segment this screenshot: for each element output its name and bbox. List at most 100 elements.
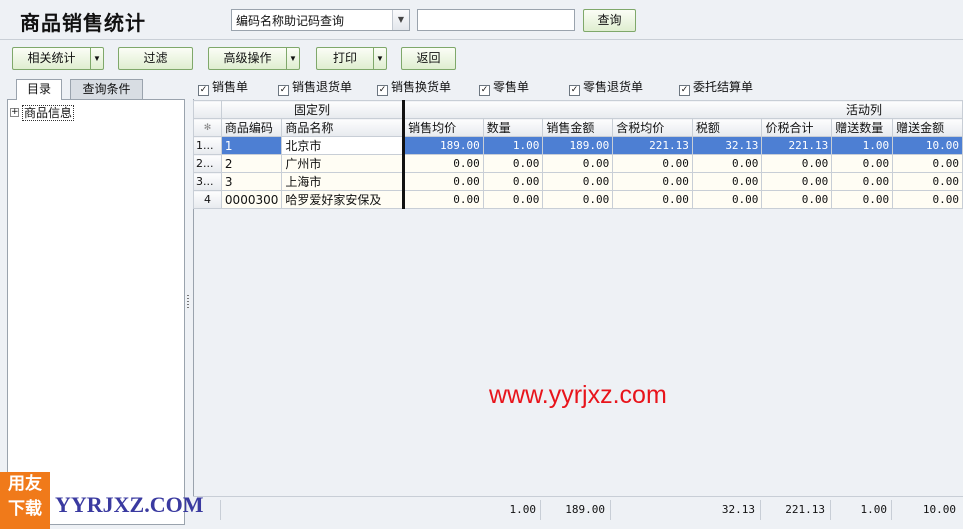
cell-gift-amt[interactable]: 0.00 [892, 154, 963, 173]
table-row[interactable]: 3... 3 上海市 0.00 0.00 0.00 0.00 0.00 0.00… [193, 172, 963, 191]
sales-stats-table: 固定列 活动列 ✻ 商品编码 商品名称 销售均价 数量 销售金额 含税均价 税额… [193, 100, 963, 209]
cell-gift-qty[interactable]: 1.00 [831, 136, 894, 155]
tab-catalog[interactable]: 目录 [16, 79, 62, 100]
col-header-gift-qty[interactable]: 赠送数量 [831, 118, 894, 137]
cell-tax[interactable]: 0.00 [691, 172, 763, 191]
dropdown-arrow-icon[interactable]: ▼ [286, 48, 299, 69]
col-header-name[interactable]: 商品名称 [281, 118, 406, 137]
cell-name[interactable]: 上海市 [281, 172, 406, 191]
cell-tax-avg[interactable]: 221.13 [612, 136, 693, 155]
cell-qty[interactable]: 0.00 [482, 172, 544, 191]
cell-amount[interactable]: 0.00 [542, 190, 614, 209]
total-gift-qty: 1.00 [860, 503, 888, 516]
tab-query-conditions[interactable]: 查询条件 [70, 79, 143, 99]
cell-avg-price[interactable]: 189.00 [403, 136, 484, 155]
total-tax: 32.13 [721, 503, 755, 516]
checkbox-checked-icon[interactable]: ✓ [479, 85, 490, 96]
col-header-qty[interactable]: 数量 [482, 118, 544, 137]
row-number[interactable]: 1... [193, 136, 222, 155]
cell-tax[interactable]: 0.00 [691, 190, 763, 209]
cell-avg-price[interactable]: 0.00 [403, 190, 484, 209]
col-header-avg-price[interactable]: 销售均价 [403, 118, 484, 137]
cell-gift-qty[interactable]: 0.00 [831, 154, 894, 173]
cell-gift-qty[interactable]: 0.00 [831, 172, 894, 191]
cell-code[interactable]: 3 [220, 172, 283, 191]
table-row[interactable]: 4 0000300 哈罗爱好家安保及 0.00 0.00 0.00 0.00 0… [193, 190, 963, 209]
cell-code[interactable]: 1 [220, 136, 283, 155]
cell-tax-avg[interactable]: 0.00 [612, 154, 693, 173]
cell-total[interactable]: 0.00 [761, 190, 833, 209]
cell-tax[interactable]: 32.13 [691, 136, 763, 155]
cell-name[interactable]: 北京市 [281, 136, 406, 155]
print-button[interactable]: 打印 ▼ [316, 47, 387, 70]
cell-amount[interactable]: 0.00 [542, 154, 614, 173]
filter-sales-return[interactable]: ✓ 销售退货单 [278, 79, 352, 96]
cell-name[interactable]: 哈罗爱好家安保及 [281, 190, 406, 209]
cell-total[interactable]: 0.00 [761, 172, 833, 191]
cell-name[interactable]: 广州市 [281, 154, 406, 173]
tree-node-product-info[interactable]: + 商品信息 [10, 104, 75, 121]
filter-sales-exchange[interactable]: ✓ 销售换货单 [377, 79, 451, 96]
filter-label: 零售单 [493, 80, 530, 94]
filter-button[interactable]: 过滤 [118, 47, 193, 70]
expand-plus-icon[interactable]: + [10, 108, 19, 117]
col-header-amount[interactable]: 销售金额 [542, 118, 614, 137]
site-logo: 用友 下载 [0, 472, 50, 529]
cell-total[interactable]: 0.00 [761, 154, 833, 173]
related-stats-button[interactable]: 相关统计 ▼ [12, 47, 104, 70]
row-number[interactable]: 2... [193, 154, 222, 173]
checkbox-checked-icon[interactable]: ✓ [377, 85, 388, 96]
filter-retail-return[interactable]: ✓ 零售退货单 [569, 79, 644, 96]
cell-gift-amt[interactable]: 0.00 [892, 172, 963, 191]
chevron-down-icon[interactable]: ▼ [392, 10, 409, 30]
advanced-ops-button[interactable]: 高级操作 ▼ [208, 47, 300, 70]
cell-avg-price[interactable]: 0.00 [403, 154, 484, 173]
cell-tax[interactable]: 0.00 [691, 154, 763, 173]
total-amount: 189.00 [565, 503, 605, 516]
group-header-fixed: 固定列 [220, 100, 406, 119]
checkbox-checked-icon[interactable]: ✓ [679, 85, 690, 96]
filter-retail-order[interactable]: ✓ 零售单 [479, 79, 530, 96]
cell-qty[interactable]: 1.00 [482, 136, 544, 155]
search-input[interactable] [417, 9, 575, 31]
cell-gift-amt[interactable]: 10.00 [892, 136, 963, 155]
splitter-handle[interactable] [187, 295, 189, 309]
footer-divider [540, 500, 541, 520]
cell-gift-amt[interactable]: 0.00 [892, 190, 963, 209]
corner-icon[interactable]: ✻ [193, 118, 222, 137]
cell-qty[interactable]: 0.00 [482, 190, 544, 209]
filter-consignment-settlement[interactable]: ✓ 委托结算单 [679, 79, 753, 96]
col-header-tax[interactable]: 税额 [691, 118, 763, 137]
col-header-total[interactable]: 价税合计 [761, 118, 833, 137]
cell-tax-avg[interactable]: 0.00 [612, 190, 693, 209]
col-header-code[interactable]: 商品编码 [220, 118, 283, 137]
cell-code[interactable]: 2 [220, 154, 283, 173]
table-row[interactable]: 2... 2 广州市 0.00 0.00 0.00 0.00 0.00 0.00… [193, 154, 963, 173]
dropdown-arrow-icon[interactable]: ▼ [90, 48, 103, 69]
page-title: 商品销售统计 [20, 11, 146, 35]
query-type-value: 编码名称助记码查询 [236, 14, 345, 28]
query-button[interactable]: 查询 [583, 9, 636, 32]
cell-gift-qty[interactable]: 0.00 [831, 190, 894, 209]
back-button[interactable]: 返回 [401, 47, 456, 70]
cell-amount[interactable]: 0.00 [542, 172, 614, 191]
col-header-tax-avg[interactable]: 含税均价 [612, 118, 693, 137]
query-type-select[interactable]: 编码名称助记码查询 ▼ [231, 9, 410, 31]
dropdown-arrow-icon[interactable]: ▼ [373, 48, 386, 69]
col-header-gift-amt[interactable]: 赠送金额 [892, 118, 963, 137]
table-row[interactable]: 1... 1 北京市 189.00 1.00 189.00 221.13 32.… [193, 136, 963, 155]
filter-label: 零售退货单 [583, 80, 644, 94]
cell-qty[interactable]: 0.00 [482, 154, 544, 173]
cell-amount[interactable]: 189.00 [542, 136, 614, 155]
row-number[interactable]: 3... [193, 172, 222, 191]
checkbox-checked-icon[interactable]: ✓ [198, 85, 209, 96]
cell-tax-avg[interactable]: 0.00 [612, 172, 693, 191]
advanced-ops-label: 高级操作 [223, 51, 272, 65]
cell-avg-price[interactable]: 0.00 [403, 172, 484, 191]
row-number[interactable]: 4 [193, 190, 222, 209]
cell-total[interactable]: 221.13 [761, 136, 833, 155]
cell-code[interactable]: 0000300 [220, 190, 283, 209]
checkbox-checked-icon[interactable]: ✓ [278, 85, 289, 96]
filter-sales-order[interactable]: ✓ 销售单 [198, 79, 248, 96]
checkbox-checked-icon[interactable]: ✓ [569, 85, 580, 96]
